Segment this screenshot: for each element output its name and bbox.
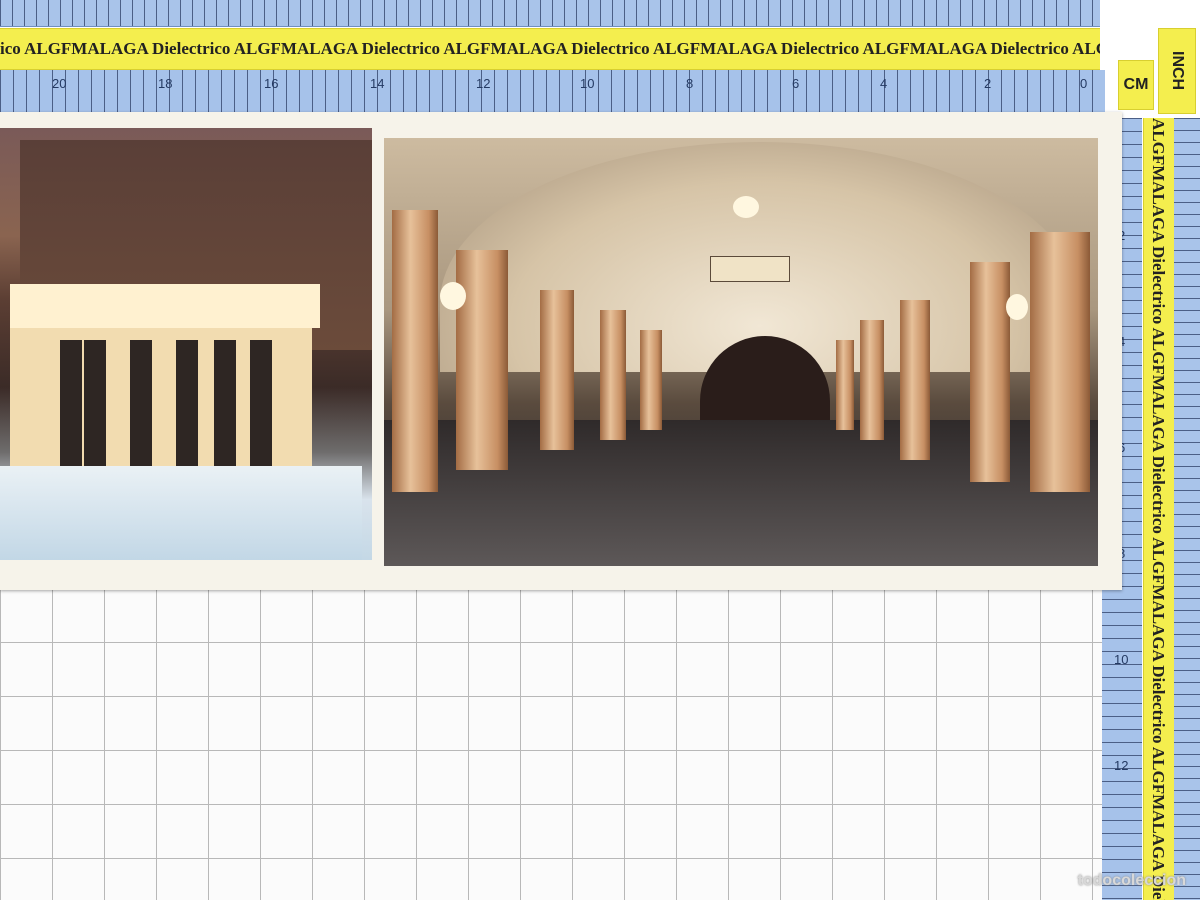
cm-tick-14: 14 — [370, 76, 385, 91]
cm-tick-20: 20 — [52, 76, 67, 91]
left-photo-column — [130, 340, 152, 468]
right-photo-direction-sign — [710, 256, 790, 282]
right-photo-pillar — [860, 320, 884, 440]
right-photo-pillar — [600, 310, 626, 440]
right-brand-strip-text: ALGFMALAGA Dielectrico ALGFMALAGA Dielec… — [1149, 118, 1168, 900]
right-photo-ceiling-lamp — [733, 196, 759, 218]
right-ruler-inch — [1174, 118, 1200, 900]
cm-tick-16: 16 — [264, 76, 279, 91]
cm-tick-0: 0 — [1080, 76, 1088, 91]
watermark-text: todocoleccion — [1077, 872, 1186, 889]
cm-label: CM — [1118, 60, 1154, 110]
cm-tick-4: 4 — [880, 76, 888, 91]
right-photo-pillar — [392, 210, 438, 492]
top-ruler-inch — [0, 0, 1100, 27]
brand-strip-text: ico ALGFMALAGA Dielectrico ALGFMALAGA Di… — [0, 39, 1100, 58]
right-ruler-brand-strip: ALGFMALAGA Dielectrico ALGFMALAGA Dielec… — [1143, 118, 1175, 900]
top-ruler-cm: 20 18 16 14 12 10 8 6 4 2 0 — [0, 70, 1105, 114]
cm-tick-10: 10 — [580, 76, 595, 91]
right-photo-wall-lamp — [1006, 294, 1028, 320]
cm-tick-18: 18 — [158, 76, 173, 91]
left-photo-column — [84, 340, 106, 468]
cm-tick-6: 6 — [792, 76, 800, 91]
right-tick-10: 10 — [1114, 652, 1129, 667]
left-photo-column — [176, 340, 198, 468]
cm-tick-2: 2 — [984, 76, 992, 91]
cm-tick-8: 8 — [686, 76, 694, 91]
right-photo-pillar — [970, 262, 1010, 482]
top-ruler-brand-strip: ico ALGFMALAGA Dielectrico ALGFMALAGA Di… — [0, 28, 1100, 70]
left-photo-column — [250, 340, 272, 468]
left-photo-column — [60, 340, 82, 468]
right-photo-wall-lamp — [440, 282, 466, 310]
right-photo-pillar — [900, 300, 930, 460]
right-photo-pillar — [1030, 232, 1090, 492]
right-photo-pillar — [540, 290, 574, 450]
cm-tick-12: 12 — [476, 76, 491, 91]
left-photo-colonnade-roof — [10, 284, 320, 328]
right-photo-pillar — [456, 250, 508, 470]
right-photo-pillar — [836, 340, 854, 430]
left-photo-snow — [0, 466, 362, 560]
right-tick-12: 12 — [1114, 758, 1129, 773]
left-photo-column — [214, 340, 236, 468]
right-photo-pillar — [640, 330, 662, 430]
grid-paper — [0, 560, 1140, 900]
inch-label: INCH — [1158, 28, 1196, 114]
